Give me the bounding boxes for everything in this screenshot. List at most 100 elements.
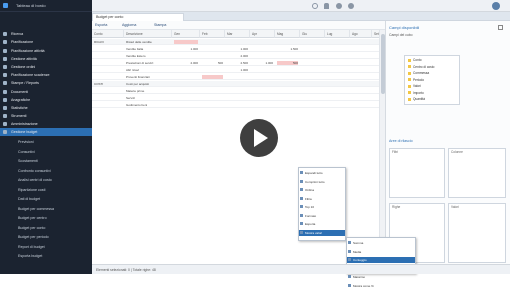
sidebar-item[interactable]: Pianificazione attività [0,47,92,55]
close-icon[interactable] [498,25,503,30]
nav-icon [3,32,7,36]
sidebar-subitem[interactable]: Ripartizione costi [0,186,92,194]
settings-icon[interactable] [336,3,342,9]
tree-item[interactable]: Centro di costo [408,65,434,69]
menu-item[interactable]: Mostra valori [299,229,345,236]
sidebar-subitem[interactable]: Consuntivi [0,148,92,156]
menu-item-icon [348,275,351,278]
refresh-button[interactable]: Aggiorna [122,23,136,27]
tree-item[interactable]: Valori [408,84,421,88]
sidebar-item[interactable]: Gestione ordini [0,63,92,71]
menu-item[interactable]: Esporta [299,221,345,227]
column-header[interactable]: Apr [250,30,275,38]
sidebar-item[interactable]: Amministrazione [0,120,92,128]
row-value [327,96,348,100]
menu-item[interactable]: Ordina [299,187,345,193]
column-header[interactable]: Mar [225,30,250,38]
menu-item[interactable]: Massimo [347,274,415,280]
sidebar: Tableau di bordo Ricerca Pianificazione Pi… [0,0,92,274]
tree-item[interactable]: Importo [408,91,424,95]
row-value [352,68,370,72]
user-avatar[interactable] [492,2,500,10]
sidebar-item[interactable]: Ricerca [0,30,92,38]
columns-area[interactable]: Colonne [448,148,506,198]
sidebar-item[interactable]: Pianificazione scadenze [0,71,92,79]
sidebar-item[interactable]: Documenti [0,88,92,96]
sidebar-item[interactable]: Statistiche [0,104,92,112]
sidebar-item[interactable]: Gestione attività [0,55,92,63]
menu-item[interactable]: Conteggio [347,257,415,263]
sidebar-subitem-label: Budget per periodo [18,235,49,239]
menu-item[interactable]: Mostra come % [347,283,415,289]
sidebar-subitem[interactable]: Budget per centro [0,214,92,222]
column-header[interactable]: Descrizione [124,30,172,38]
row-value [302,82,323,86]
row-description: Costi per acquisti [126,82,150,86]
document-tabs: Budget per conto [92,12,510,21]
row-description: Materie prime [126,89,145,93]
sidebar-subitem[interactable]: Previsioni [0,138,92,146]
column-header[interactable]: Giu [300,30,325,38]
tab-budget-per-conto[interactable]: Budget per conto [92,13,184,21]
row-value [352,54,370,58]
tree-item[interactable]: Quantità [408,97,425,101]
sidebar-subitem[interactable]: Report di budget [0,243,92,251]
menu-item[interactable]: Media [347,249,415,255]
column-header[interactable]: Ago [350,30,372,38]
sidebar-item-budget[interactable]: Gestione budget [0,128,92,136]
row-value [202,75,223,79]
column-header[interactable]: Lug [325,30,350,38]
folder-icon [408,84,411,88]
menu-item-icon [300,205,303,208]
tree-item[interactable]: Commessa [408,71,429,75]
tree-item[interactable]: Periodo [408,78,424,82]
sidebar-item-label: Documenti [11,90,29,94]
sidebar-subitem[interactable]: Budget per periodo [0,233,92,241]
menu-item[interactable]: Espandi tutto [299,170,345,176]
folder-icon [408,97,411,101]
table-row: COSTI Costi per acquisti [92,81,385,87]
values-area[interactable]: Valori [448,203,506,263]
sidebar-subitem[interactable]: Esporta budget [0,252,92,260]
filters-area[interactable]: Filtri [389,148,445,198]
tree-item[interactable]: Conto [408,58,422,62]
search-icon[interactable] [312,3,318,9]
sidebar-item[interactable]: Pianificazione [0,38,92,46]
nav-icon [3,73,7,77]
export-button[interactable]: Esporta [95,23,107,27]
column-header[interactable]: Conto [92,30,124,38]
sidebar-subitem[interactable]: Analisi centri di costo [0,176,92,184]
sidebar-subitem[interactable]: Budget per commessa [0,205,92,213]
menu-item[interactable]: Formato [299,213,345,219]
bell-icon[interactable] [324,3,329,9]
sidebar-item-label: Strumenti [11,114,27,118]
sidebar-item[interactable]: Strumenti [0,112,92,120]
menu-item[interactable]: Top 10 [299,204,345,210]
sidebar-item[interactable]: Anagrafiche [0,96,92,104]
row-value [352,96,370,100]
sidebar-item[interactable]: Stampe / Reports [0,79,92,87]
sidebar-subitem[interactable]: Scostamenti [0,157,92,165]
sidebar-subitem[interactable]: Confronto consuntivi [0,167,92,175]
row-value [174,68,198,72]
menu-item[interactable]: Somma [347,240,415,246]
sidebar-subitem[interactable]: Dati di budget [0,195,92,203]
help-icon[interactable] [348,3,354,9]
row-account: RICAVI [94,40,104,44]
table-row: RICAVI Ricavi delle vendite [92,39,385,45]
sidebar-subitem[interactable]: Budget per conto [0,224,92,232]
print-button[interactable]: Stampa [154,23,166,27]
folder-icon [408,58,411,62]
column-header[interactable]: Mag [275,30,300,38]
row-value [202,89,223,93]
menu-item[interactable]: Comprimi tutto [299,179,345,185]
play-button[interactable] [240,119,278,157]
column-header[interactable]: Feb [200,30,225,38]
column-header[interactable]: Gen [172,30,200,38]
row-value [327,82,348,86]
menu-item[interactable]: Filtra [299,196,345,202]
sidebar-item-label: Ricerca [11,32,24,36]
row-value [352,47,370,51]
sidebar-item-label: Pianificazione attività [11,49,45,53]
menu-item-icon [300,188,303,191]
